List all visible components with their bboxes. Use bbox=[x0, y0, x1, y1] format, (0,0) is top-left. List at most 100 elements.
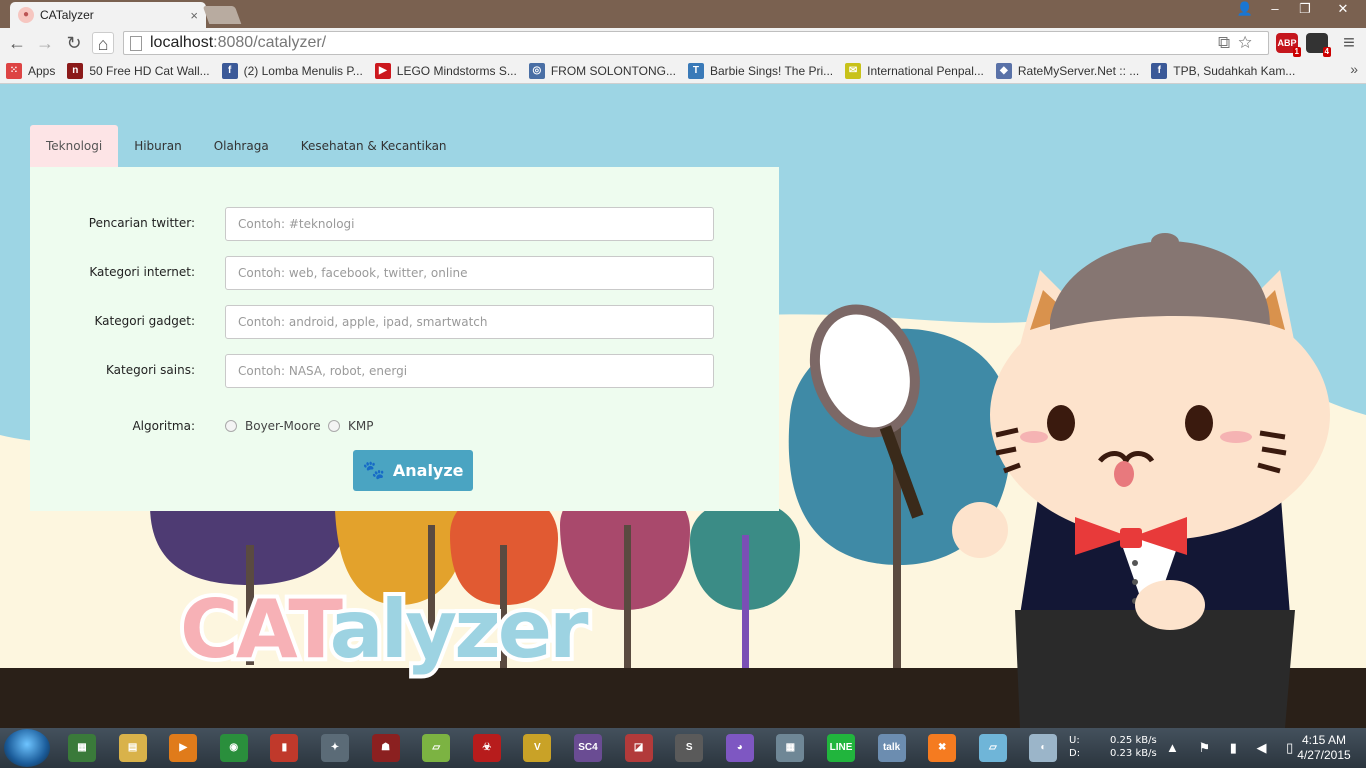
bookmarks-bar: ⁙ Apps n 50 Free HD Cat Wall... f (2) Lomba M… bbox=[0, 58, 1366, 84]
twitter-search-label: Pencarian twitter: bbox=[88, 216, 195, 230]
taskbar-app-button[interactable]: SC4 bbox=[566, 731, 610, 765]
home-icon[interactable]: ⌂ bbox=[92, 32, 114, 54]
bookmark-n-icon: n bbox=[67, 62, 84, 79]
taskbar-app-button[interactable]: ◕ bbox=[718, 731, 762, 765]
cat-favicon-icon: ● bbox=[18, 7, 34, 23]
internet-category-input[interactable] bbox=[225, 256, 714, 290]
network-speed-values: 0.25 kB/s 0.23 kB/s bbox=[1110, 735, 1157, 759]
maximize-button[interactable]: ❐ bbox=[1290, 0, 1320, 20]
clock[interactable]: 4:15 AM 4/27/2015 bbox=[1294, 733, 1354, 763]
internet-category-label: Kategori internet: bbox=[89, 265, 195, 279]
forward-arrow-icon[interactable]: → bbox=[34, 32, 56, 54]
taskbar-app-button[interactable]: ▦ bbox=[60, 731, 104, 765]
close-window-button[interactable]: ✕ bbox=[1320, 0, 1366, 20]
minimize-button[interactable]: ‒ bbox=[1260, 0, 1290, 20]
gadget-category-input[interactable] bbox=[225, 305, 714, 339]
taskbar-app-button[interactable]: ◉ bbox=[212, 731, 256, 765]
bookmark-item[interactable]: ◎ FROM SOLONTONG... bbox=[528, 62, 676, 79]
url-path: :8080/catalyzer/ bbox=[213, 34, 327, 51]
browser-tab[interactable]: ● CATalyzer × bbox=[10, 2, 206, 28]
bookmarks-more-button[interactable]: » bbox=[1350, 61, 1358, 77]
bookmark-item[interactable]: ✉ International Penpal... bbox=[845, 62, 984, 79]
radio-circle-icon[interactable] bbox=[225, 420, 237, 432]
back-arrow-icon[interactable]: ← bbox=[6, 32, 28, 54]
radio-kmp[interactable]: KMP bbox=[328, 419, 373, 433]
bookmark-item[interactable]: f TPB, Sudahkah Kam... bbox=[1151, 62, 1296, 79]
virus-icon: ☣ bbox=[472, 734, 501, 762]
network-speed-labels: U: D: bbox=[1069, 735, 1081, 759]
clock-time: 4:15 AM bbox=[1301, 733, 1347, 747]
new-tab-button[interactable] bbox=[202, 6, 242, 24]
taskbar-app-button[interactable]: ▤ bbox=[111, 731, 155, 765]
bookmark-item[interactable]: n 50 Free HD Cat Wall... bbox=[67, 62, 210, 79]
taskbar-app-button[interactable]: ✖ bbox=[920, 731, 964, 765]
search-form-panel: Pencarian twitter: Kategori internet: Ka… bbox=[30, 167, 779, 511]
bookmark-label: International Penpal... bbox=[867, 63, 984, 78]
bookmark-star-icon[interactable]: ⧉☆ bbox=[1218, 33, 1260, 53]
gtalk-icon: talk bbox=[877, 734, 906, 762]
bookmark-t-icon: T bbox=[687, 62, 704, 79]
analyze-button-label: Analyze bbox=[392, 461, 464, 480]
tab-kesehatan-kecantikan[interactable]: Kesehatan & Kecantikan bbox=[285, 125, 463, 167]
taskbar-app-button[interactable]: ▱ bbox=[414, 731, 458, 765]
chrome-menu-icon[interactable]: ≡ bbox=[1338, 32, 1360, 54]
taskbar-app-button[interactable]: LINE bbox=[819, 731, 863, 765]
science-category-input[interactable] bbox=[225, 354, 714, 388]
taskbar-app-button[interactable]: ☣ bbox=[465, 731, 509, 765]
adblock-plus-icon[interactable]: ABP 1 bbox=[1276, 33, 1301, 57]
radio-boyer-moore[interactable]: Boyer-Moore bbox=[225, 419, 321, 433]
server-icon: ◆ bbox=[995, 62, 1012, 79]
catalyzer-logo: CATalyzer bbox=[176, 586, 592, 674]
bookmark-item[interactable]: ▶ LEGO Mindstorms S... bbox=[374, 62, 517, 79]
form-row-sains: Kategori sains: bbox=[30, 354, 779, 388]
taskbar-app-button[interactable]: ▮ bbox=[262, 731, 306, 765]
radio-circle-icon[interactable] bbox=[328, 420, 340, 432]
line-icon: LINE bbox=[827, 734, 855, 762]
bookmark-label: TPB, Sudahkah Kam... bbox=[1173, 63, 1296, 78]
start-button[interactable] bbox=[4, 729, 50, 767]
apps-grid-icon: ⁙ bbox=[6, 62, 22, 79]
window-titlebar: ● CATalyzer × 👤 ‒ ❐ ✕ bbox=[0, 0, 1366, 28]
taskbar-app-button[interactable]: S bbox=[667, 731, 711, 765]
taskbar-app-button[interactable]: ◐ bbox=[1021, 731, 1065, 765]
taskbar-app-button[interactable]: ◪ bbox=[617, 731, 661, 765]
taskbar-app-button[interactable]: ▱ bbox=[971, 731, 1015, 765]
taskbar-app-button[interactable]: ☗ bbox=[364, 731, 408, 765]
tab-teknologi[interactable]: Teknologi bbox=[30, 125, 119, 167]
paint-icon: ◐ bbox=[1029, 734, 1058, 762]
category-tabs: Teknologi Hiburan Olahraga Kesehatan & K… bbox=[30, 125, 463, 167]
task-manager-icon: ▦ bbox=[68, 734, 96, 762]
taskbar-app-button[interactable]: ▦ bbox=[768, 731, 812, 765]
bookmark-item[interactable]: ◆ RateMyServer.Net :: ... bbox=[995, 62, 1139, 79]
user-icon[interactable]: 👤 bbox=[1230, 0, 1260, 20]
pdf-icon: ◪ bbox=[624, 734, 653, 762]
science-category-label: Kategori sains: bbox=[106, 363, 195, 377]
extension-icon[interactable]: 4 bbox=[1306, 33, 1331, 57]
twitter-search-input[interactable] bbox=[225, 207, 714, 241]
bookmark-item[interactable]: ⁙ Apps bbox=[6, 62, 55, 79]
youtube-icon: ▶ bbox=[374, 62, 391, 79]
taskbar-app-button[interactable]: talk bbox=[870, 731, 914, 765]
analyze-button[interactable]: 🐾 Analyze bbox=[353, 450, 473, 491]
taskbar-app-button[interactable]: V bbox=[515, 731, 559, 765]
form-row-internet: Kategori internet: bbox=[30, 256, 779, 290]
chrome-icon: ◉ bbox=[219, 734, 248, 762]
address-bar[interactable]: localhost:8080/catalyzer/ ⧉☆ bbox=[123, 31, 1269, 55]
algorithm-label: Algoritma: bbox=[132, 419, 195, 433]
clock-date: 4/27/2015 bbox=[1297, 748, 1351, 762]
bookmark-label: 50 Free HD Cat Wall... bbox=[89, 63, 210, 78]
bookmark-item[interactable]: f (2) Lomba Menulis P... bbox=[221, 62, 363, 79]
sublime-text-icon: S bbox=[675, 734, 704, 762]
bookmark-item[interactable]: T Barbie Sings! The Pri... bbox=[687, 62, 833, 79]
tray-icons[interactable]: ▲ ⚑ ▮ ◀ ▯ bbox=[1166, 740, 1301, 756]
reload-icon[interactable]: ↻ bbox=[63, 32, 85, 54]
sticky-notes-icon: ▱ bbox=[422, 734, 451, 762]
windows-taskbar: ▦ ▤ ▶ ◉ ▮ ✦ ☗ ▱ ☣ V SC4 ◪ S ◕ ▦ LINE talk ✖ ▱ ◐ U: D: 0.25 … bbox=[0, 728, 1366, 768]
globe-icon: ◎ bbox=[528, 62, 545, 79]
tab-close-icon[interactable]: × bbox=[190, 8, 198, 23]
tab-hiburan[interactable]: Hiburan bbox=[118, 125, 197, 167]
taskbar-app-button[interactable]: ✦ bbox=[313, 731, 357, 765]
taskbar-app-button[interactable]: ▶ bbox=[161, 731, 205, 765]
gadget-category-label: Kategori gadget: bbox=[94, 314, 195, 328]
tab-olahraga[interactable]: Olahraga bbox=[198, 125, 285, 167]
